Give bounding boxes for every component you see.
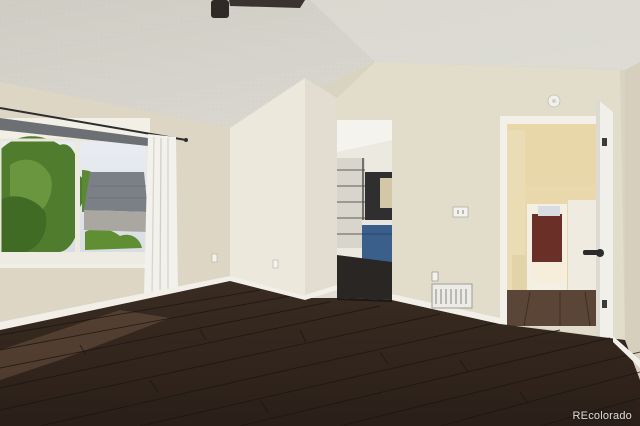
window-sill bbox=[0, 252, 148, 264]
outlet-icon bbox=[211, 253, 218, 263]
blue-vanity bbox=[362, 224, 392, 262]
smoke-detector-icon bbox=[547, 94, 561, 108]
room-photo bbox=[0, 0, 640, 426]
window-mullion bbox=[75, 140, 80, 262]
window-view-house bbox=[84, 172, 148, 232]
watermark: REcolorado bbox=[572, 410, 632, 422]
bathroom-shelves bbox=[337, 158, 365, 248]
door-hinge-top bbox=[602, 138, 607, 146]
hallway-picture bbox=[532, 214, 562, 262]
outlet-icon bbox=[272, 259, 279, 269]
hallway-doorway bbox=[500, 116, 612, 327]
outlet-icon bbox=[431, 271, 439, 282]
door-hinge-bottom bbox=[602, 300, 607, 308]
bathroom-doorway bbox=[337, 120, 392, 300]
window bbox=[0, 118, 150, 268]
light-switch-icon[interactable] bbox=[452, 206, 469, 218]
curtain[interactable] bbox=[144, 134, 178, 297]
floor-vent-icon bbox=[431, 283, 473, 309]
